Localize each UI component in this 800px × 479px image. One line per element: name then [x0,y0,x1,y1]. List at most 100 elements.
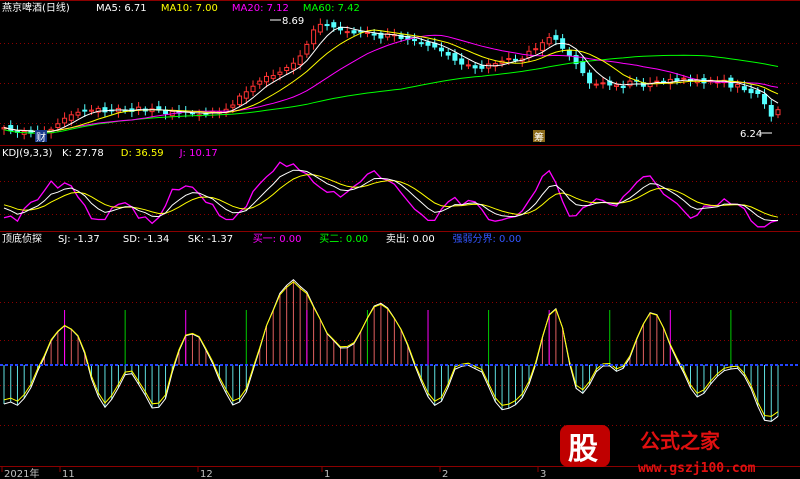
candle-body [627,80,633,87]
candle-body [546,37,552,45]
candle-body [277,71,283,75]
sj-line [3,279,779,422]
ma-value-2: MA20: 7.12 [232,3,289,14]
ma10-line [3,29,779,132]
ind-value-5: 卖出: 0.00 [386,232,435,245]
high-price-label: 8.69 [282,16,304,27]
sd-line [3,281,779,417]
candle-body [768,105,774,117]
ind-value-3: 买一: 0.00 [253,233,302,245]
candle-body [741,86,747,91]
candle-body [290,62,296,70]
ind-value-1: SD: -1.34 [123,234,169,245]
chou-label: 筹 [534,131,544,144]
indicator-header: 顶底侦探 SJ: -1.37 SD: -1.34 SK: -1.37 买一: 0.00… [2,232,521,245]
candle-body [364,31,370,34]
candle-body [553,35,559,40]
candle-body [425,41,431,46]
candle-body [472,65,478,69]
candle-body [465,64,471,67]
ma5-line [3,26,779,133]
ma-value-0: MA5: 6.71 [96,3,147,14]
kdj-k-line [3,169,778,221]
kdj-value-1: D: 36.59 [121,148,164,159]
ind-value-0: SJ: -1.37 [58,234,100,245]
candle-body [438,47,444,52]
candle-body [748,88,754,94]
kdj-panel [3,161,779,228]
x-axis: 2021年 11 12 1 2 3 [1,466,546,479]
x-tick-label-5: 3 [540,469,546,479]
ma60-line [3,54,779,134]
candle-body [257,80,263,85]
candle-body [317,23,323,33]
watermark-text: 公式之家 [640,429,721,453]
x-tick-label-1: 11 [62,469,75,479]
low-price-label: 6.24 [740,129,762,140]
candle-body [775,109,781,116]
candle-body [351,30,357,34]
candle-body [250,85,256,93]
candle-body [654,80,660,83]
candle-body [304,43,310,55]
stock-title: 燕京啤酒(日线) [2,1,70,14]
price-header: 燕京啤酒(日线) MA5: 6.71 MA10: 7.00 MA20: 7.12 MA… [2,1,360,14]
candle-body [311,29,317,45]
candle-body [243,91,249,99]
candle-body [62,117,68,124]
candle-body [762,93,768,105]
candle-body [331,22,337,28]
indicator-name: 顶底侦探 [2,232,42,245]
kdj-d-line [3,174,779,218]
ind-value-2: SK: -1.37 [188,234,233,245]
candle-body [8,125,14,132]
candle-body [88,109,94,112]
watermark-logo: 股 [568,432,598,467]
kdj-value-2: J: 10.17 [179,148,218,159]
candle-body [479,65,485,69]
candle-body [674,78,680,82]
candle-body [270,75,276,79]
kdj-name: KDJ(9,3,3) [2,148,53,159]
candle-body [580,61,586,74]
x-tick-label-2: 12 [200,469,213,479]
candle-body [593,83,599,86]
stock-chart: 燕京啤酒(日线) MA5: 6.71 MA10: 7.00 MA20: 7.12 MA… [0,0,800,479]
ma-value-3: MA60: 7.42 [303,3,360,14]
candle-body [452,53,458,61]
candle-body [237,95,243,106]
candle-body [539,42,545,51]
kdj-j-line [3,161,779,228]
candle-body [371,33,377,36]
ind-value-4: 买二: 0.00 [319,233,368,245]
candle-body [755,90,761,94]
candle-body [681,77,687,80]
price-panel [1,18,781,140]
candle-body [459,58,465,65]
x-tick-label-0: 2021年 [4,467,39,479]
ind-value-6: 强弱分界: 0.00 [453,233,522,245]
candle-body [418,42,424,45]
candle-body [230,104,236,108]
kdj-header: KDJ(9,3,3) K: 27.78 D: 36.59 J: 10.17 [2,148,218,159]
candle-body [735,84,741,88]
x-tick-label-3: 1 [324,469,330,479]
candle-body [82,109,88,112]
ma-value-1: MA10: 7.00 [161,3,218,14]
candle-body [344,31,350,34]
candle-body [445,51,451,56]
watermark: 股 公式之家 www.gszj100.com [560,425,756,476]
candle-body [55,123,61,129]
watermark-url: www.gszj100.com [638,461,756,476]
x-tick-label-4: 2 [442,469,448,479]
cai-label: 财 [36,131,46,144]
indicator-panel [0,279,800,422]
candle-body [324,24,330,27]
candle-body [613,84,619,87]
candle-body [297,55,303,65]
candle-body [263,75,269,83]
candle-body [75,111,81,116]
candle-body [412,38,418,42]
candle-body [513,58,519,61]
kdj-value-0: K: 27.78 [62,148,104,159]
